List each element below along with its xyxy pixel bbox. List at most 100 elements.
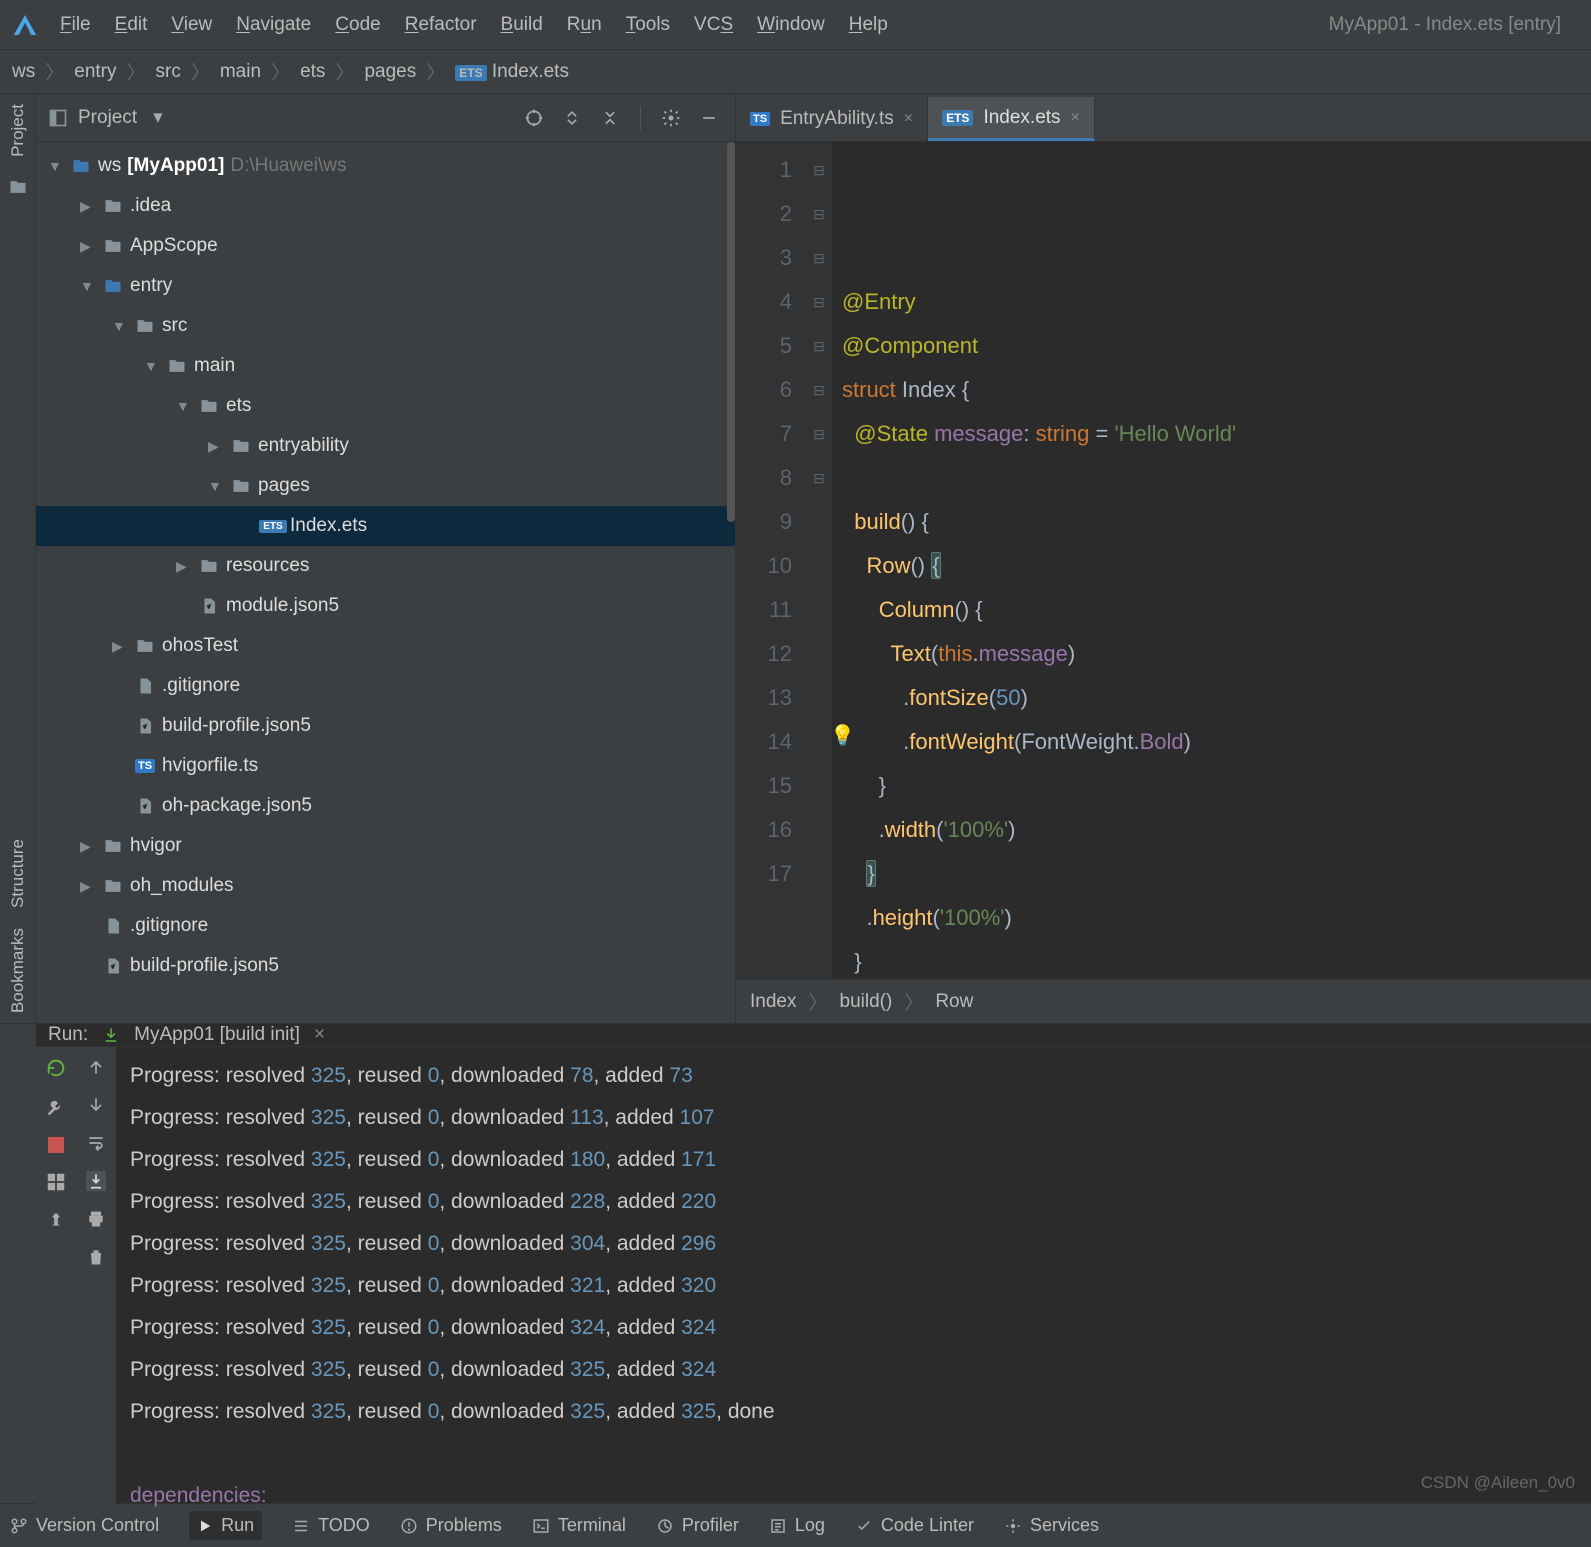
menu-window[interactable]: Window bbox=[757, 14, 825, 36]
project-panel-title[interactable]: Project bbox=[78, 107, 137, 129]
breadcrumb-item[interactable]: main bbox=[220, 61, 261, 83]
tree-item[interactable]: ▶ohosTest bbox=[36, 626, 735, 666]
tree-item[interactable]: build-profile.json5 bbox=[36, 706, 735, 746]
statusbar-terminal[interactable]: Terminal bbox=[532, 1515, 626, 1536]
menu-navigate[interactable]: Navigate bbox=[236, 14, 311, 36]
layout-icon[interactable] bbox=[45, 1171, 67, 1193]
print-icon[interactable] bbox=[86, 1209, 106, 1229]
expand-all-icon[interactable] bbox=[558, 104, 586, 132]
run-config-name[interactable]: MyApp01 [build init] bbox=[134, 1024, 300, 1046]
project-tree[interactable]: ▼ws [MyApp01] D:\Huawei\ws▶.idea▶AppScop… bbox=[36, 142, 735, 1023]
tree-item[interactable]: build-profile.json5 bbox=[36, 946, 735, 986]
locate-icon[interactable] bbox=[520, 104, 548, 132]
down-arrow-icon[interactable] bbox=[86, 1095, 106, 1115]
menu-run[interactable]: Run bbox=[567, 14, 602, 36]
tree-item[interactable]: ▶.idea bbox=[36, 186, 735, 226]
run-console[interactable]: Progress: resolved 325, reused 0, downlo… bbox=[116, 1047, 1591, 1525]
menu-file[interactable]: File bbox=[60, 14, 91, 36]
tree-item[interactable]: .gitignore bbox=[36, 906, 735, 946]
close-run-tab-icon[interactable]: × bbox=[314, 1024, 325, 1046]
tool-structure[interactable]: Structure bbox=[8, 839, 28, 908]
menu-view[interactable]: View bbox=[171, 14, 212, 36]
scroll-to-end-icon[interactable] bbox=[86, 1171, 106, 1191]
tree-item[interactable]: ETSIndex.ets bbox=[36, 506, 735, 546]
project-panel: Project ▾ ▼ws [MyApp01] D:\Huawei\ws▶.id… bbox=[36, 94, 736, 1023]
titlebar: File Edit View Navigate Code Refactor Bu… bbox=[0, 0, 1591, 50]
pin-icon[interactable] bbox=[45, 1211, 67, 1233]
trash-icon[interactable] bbox=[86, 1247, 106, 1267]
editor-tab[interactable]: ETSIndex.ets× bbox=[928, 97, 1095, 141]
close-tab-icon[interactable]: × bbox=[904, 110, 913, 128]
editor-tab[interactable]: TSEntryAbility.ts× bbox=[736, 97, 928, 141]
wrench-icon[interactable] bbox=[45, 1097, 67, 1119]
code-breadcrumb-item[interactable]: Row bbox=[935, 991, 973, 1013]
run-toolbar-left bbox=[36, 1047, 76, 1525]
statusbar-todo[interactable]: TODO bbox=[292, 1515, 370, 1536]
menu-help[interactable]: Help bbox=[849, 14, 888, 36]
statusbar-version-control[interactable]: Version Control bbox=[10, 1515, 159, 1536]
menu-tools[interactable]: Tools bbox=[626, 14, 670, 36]
tree-item[interactable]: ▼src bbox=[36, 306, 735, 346]
statusbar-services[interactable]: Services bbox=[1004, 1515, 1099, 1536]
close-tab-icon[interactable]: × bbox=[1071, 109, 1080, 127]
statusbar-code-linter[interactable]: Code Linter bbox=[855, 1515, 974, 1536]
tree-item[interactable]: ▶hvigor bbox=[36, 826, 735, 866]
intention-bulb-icon[interactable]: 💡 bbox=[830, 714, 855, 758]
watermark: CSDN @Aileen_0v0 bbox=[1421, 1473, 1575, 1493]
tool-bookmarks[interactable]: Bookmarks bbox=[8, 928, 28, 1013]
tree-item[interactable]: ▶entryability bbox=[36, 426, 735, 466]
editor-area: TSEntryAbility.ts×ETSIndex.ets× 12345678… bbox=[736, 94, 1591, 1023]
code-editor[interactable]: 1234567891011121314151617 ⊟⊟⊟⊟⊟⊟⊟⊟ 💡 @En… bbox=[736, 142, 1591, 979]
statusbar-problems[interactable]: Problems bbox=[400, 1515, 502, 1536]
breadcrumb-item[interactable]: ETS Index.ets bbox=[455, 61, 569, 83]
window-title: MyApp01 - Index.ets [entry] bbox=[1329, 14, 1561, 36]
tree-item[interactable]: ▼ws [MyApp01] D:\Huawei\ws bbox=[36, 146, 735, 186]
tree-item[interactable]: ▼ets bbox=[36, 386, 735, 426]
up-arrow-icon[interactable] bbox=[86, 1057, 106, 1077]
collapse-all-icon[interactable] bbox=[596, 104, 624, 132]
breadcrumb-item[interactable]: pages bbox=[364, 61, 416, 83]
code-breadcrumb-item[interactable]: Index bbox=[750, 991, 796, 1013]
folder-icon[interactable] bbox=[8, 177, 28, 197]
breadcrumb-item[interactable]: ws bbox=[12, 61, 35, 83]
tree-item[interactable]: ▼pages bbox=[36, 466, 735, 506]
download-icon[interactable] bbox=[102, 1026, 120, 1044]
breadcrumb-item[interactable]: ets bbox=[300, 61, 325, 83]
tree-item[interactable]: ▶AppScope bbox=[36, 226, 735, 266]
tree-item[interactable]: oh-package.json5 bbox=[36, 786, 735, 826]
stop-icon[interactable] bbox=[48, 1137, 64, 1153]
settings-icon[interactable] bbox=[657, 104, 685, 132]
menu-vcs[interactable]: VCS bbox=[694, 14, 733, 36]
tool-project[interactable]: Project bbox=[8, 104, 28, 157]
statusbar-profiler[interactable]: Profiler bbox=[656, 1515, 739, 1536]
tree-item[interactable]: ▼entry bbox=[36, 266, 735, 306]
rerun-icon[interactable] bbox=[45, 1057, 67, 1079]
tree-item[interactable]: module.json5 bbox=[36, 586, 735, 626]
statusbar-run[interactable]: Run bbox=[189, 1511, 262, 1540]
menu-edit[interactable]: Edit bbox=[115, 14, 148, 36]
dropdown-icon[interactable]: ▾ bbox=[153, 106, 163, 129]
breadcrumb-item[interactable]: entry bbox=[74, 61, 116, 83]
run-panel: Run: MyApp01 [build init] × Progress: bbox=[0, 1023, 1591, 1503]
statusbar-log[interactable]: Log bbox=[769, 1515, 825, 1536]
breadcrumb-item[interactable]: src bbox=[156, 61, 181, 83]
run-label: Run: bbox=[48, 1024, 88, 1046]
project-panel-header: Project ▾ bbox=[36, 94, 735, 142]
tree-item[interactable]: TShvigorfile.ts bbox=[36, 746, 735, 786]
fold-gutter[interactable]: ⊟⊟⊟⊟⊟⊟⊟⊟ bbox=[806, 142, 832, 979]
tree-item[interactable]: .gitignore bbox=[36, 666, 735, 706]
menu-build[interactable]: Build bbox=[501, 14, 543, 36]
line-number-gutter: 1234567891011121314151617 bbox=[736, 142, 806, 979]
soft-wrap-icon[interactable] bbox=[86, 1133, 106, 1153]
menu-code[interactable]: Code bbox=[335, 14, 380, 36]
tree-item[interactable]: ▶resources bbox=[36, 546, 735, 586]
nav-breadcrumb: ws〉entry〉src〉main〉ets〉pages〉ETS Index.et… bbox=[0, 50, 1591, 94]
code-content[interactable]: 💡 @Entry@Componentstruct Index { @State … bbox=[832, 142, 1591, 979]
menu-refactor[interactable]: Refactor bbox=[405, 14, 477, 36]
hide-icon[interactable] bbox=[695, 104, 723, 132]
project-view-icon[interactable] bbox=[48, 108, 68, 128]
tree-item[interactable]: ▶oh_modules bbox=[36, 866, 735, 906]
scrollbar[interactable] bbox=[727, 142, 735, 522]
tree-item[interactable]: ▼main bbox=[36, 346, 735, 386]
code-breadcrumb-item[interactable]: build() bbox=[840, 991, 893, 1013]
